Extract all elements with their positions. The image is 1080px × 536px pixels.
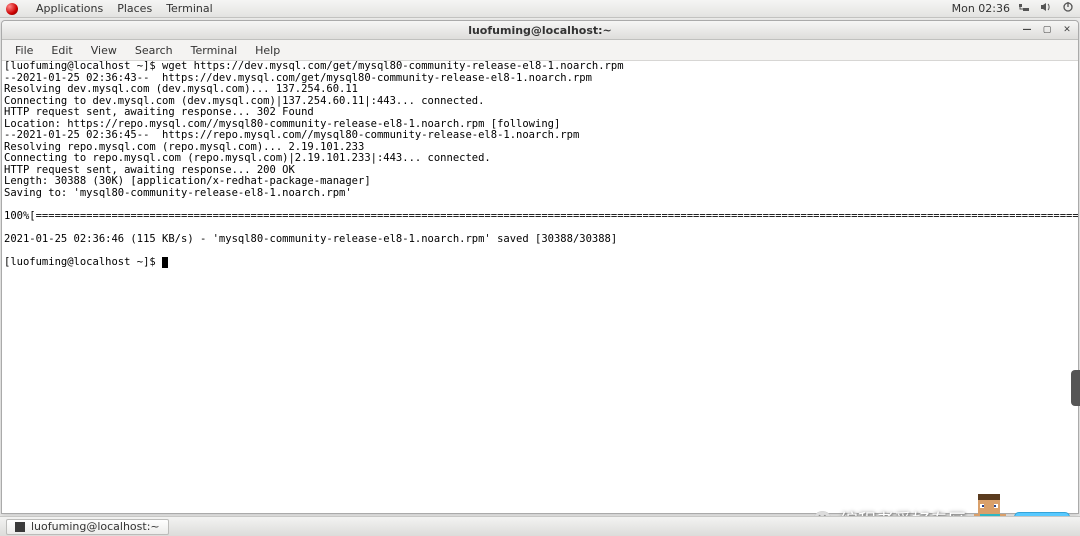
menu-places[interactable]: Places xyxy=(117,2,152,15)
menu-view[interactable]: View xyxy=(84,42,124,59)
output-line: Resolving repo.mysql.com (repo.mysql.com… xyxy=(4,141,364,153)
topbar-clock[interactable]: Mon 02:36 xyxy=(952,2,1010,15)
progress-bar-line: 100%[===================================… xyxy=(4,210,1078,222)
output-line: HTTP request sent, awaiting response... … xyxy=(4,106,314,118)
volume-icon[interactable] xyxy=(1040,1,1052,16)
terminal-menubar: File Edit View Search Terminal Help xyxy=(2,40,1078,61)
window-close-button[interactable]: ✕ xyxy=(1060,23,1074,37)
menu-applications[interactable]: Applications xyxy=(36,2,103,15)
distro-logo-icon[interactable] xyxy=(6,3,18,15)
output-line: --2021-01-25 02:36:43-- https://dev.mysq… xyxy=(4,72,592,84)
output-line: Location: https://repo.mysql.com//mysql8… xyxy=(4,118,560,130)
terminal-window: luofuming@localhost:~ — ▢ ✕ File Edit Vi… xyxy=(1,20,1079,514)
taskbar-item-label: luofuming@localhost:~ xyxy=(31,520,160,533)
terminal-output[interactable]: [luofuming@localhost ~]$ wget https://de… xyxy=(2,61,1078,513)
output-line: 2021-01-25 02:36:46 (115 KB/s) - 'mysql8… xyxy=(4,233,617,245)
menu-terminal[interactable]: Terminal xyxy=(166,2,213,15)
terminal-icon xyxy=(15,522,25,532)
window-minimize-button[interactable]: — xyxy=(1020,23,1034,37)
power-icon[interactable] xyxy=(1062,1,1074,16)
window-maximize-button[interactable]: ▢ xyxy=(1040,23,1054,37)
taskbar-item-terminal[interactable]: luofuming@localhost:~ xyxy=(6,519,169,535)
menu-terminal[interactable]: Terminal xyxy=(184,42,245,59)
prompt: [luofuming@localhost ~]$ xyxy=(4,256,162,268)
panel-handle[interactable] xyxy=(1071,370,1080,406)
output-line: --2021-01-25 02:36:45-- https://repo.mys… xyxy=(4,129,579,141)
output-line: Saving to: 'mysql80-community-release-el… xyxy=(4,187,352,199)
output-line: Resolving dev.mysql.com (dev.mysql.com).… xyxy=(4,83,358,95)
topbar-left: Applications Places Terminal xyxy=(6,2,213,15)
gnome-topbar: Applications Places Terminal Mon 02:36 xyxy=(0,0,1080,18)
menu-file[interactable]: File xyxy=(8,42,40,59)
menu-edit[interactable]: Edit xyxy=(44,42,79,59)
menu-help[interactable]: Help xyxy=(248,42,287,59)
prompt: [luofuming@localhost ~]$ xyxy=(4,61,162,72)
output-line: Connecting to dev.mysql.com (dev.mysql.c… xyxy=(4,95,484,107)
network-icon[interactable] xyxy=(1018,1,1030,16)
menu-search[interactable]: Search xyxy=(128,42,180,59)
taskbar: luofuming@localhost:~ xyxy=(0,516,1080,536)
window-titlebar[interactable]: luofuming@localhost:~ — ▢ ✕ xyxy=(2,21,1078,40)
output-line: Connecting to repo.mysql.com (repo.mysql… xyxy=(4,152,491,164)
command-text: wget https://dev.mysql.com/get/mysql80-c… xyxy=(162,61,623,72)
output-line: Length: 30388 (30K) [application/x-redha… xyxy=(4,175,371,187)
terminal-cursor xyxy=(162,257,168,268)
window-title: luofuming@localhost:~ xyxy=(468,24,612,37)
output-line: HTTP request sent, awaiting response... … xyxy=(4,164,295,176)
system-tray xyxy=(1018,1,1074,16)
